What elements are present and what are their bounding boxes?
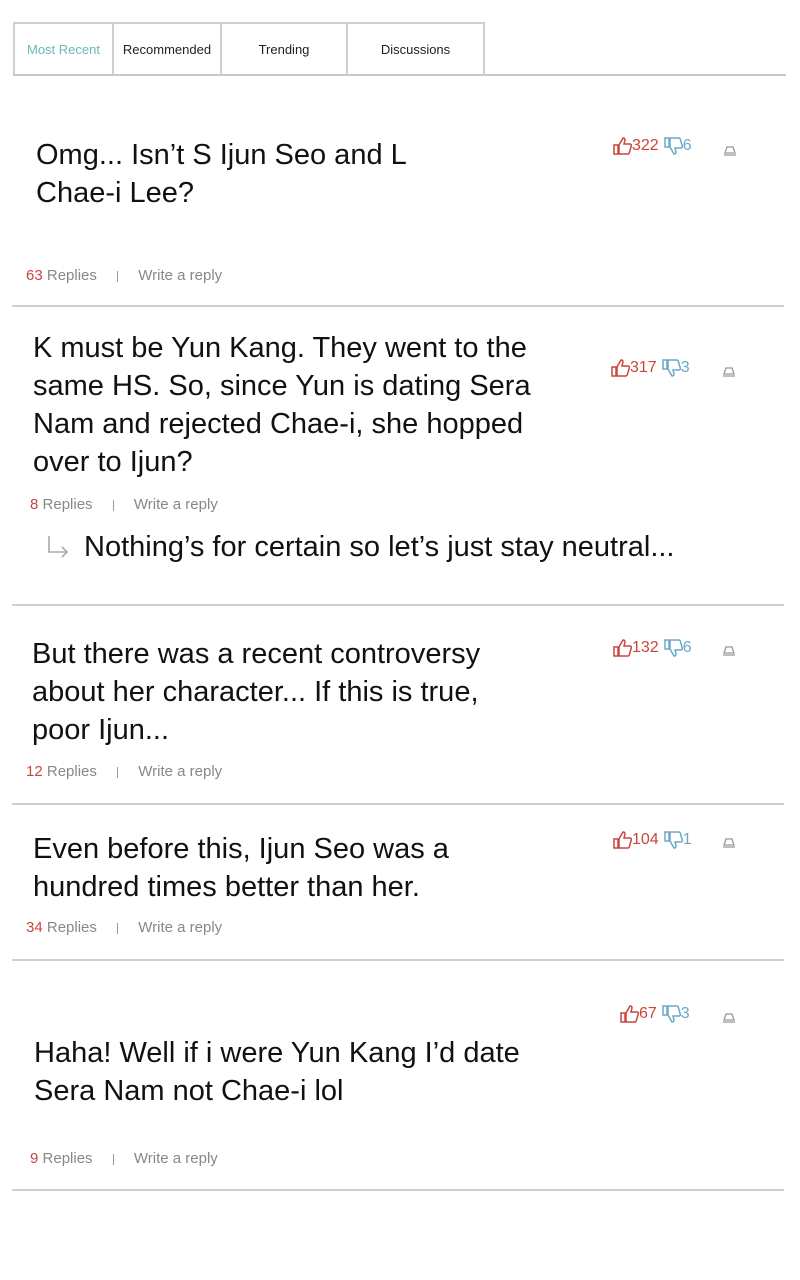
upvote-button[interactable]: 67	[619, 1005, 657, 1023]
downvote-button[interactable]: 1	[663, 831, 692, 849]
vote-bar: 322 6	[612, 137, 692, 155]
comment-tabs: Most Recent Recommended Trending Discuss…	[13, 22, 786, 76]
comment-text: Haha! Well if i were Yun Kang I’d date S…	[34, 1034, 520, 1110]
comment-line: poor Ijun...	[32, 714, 170, 746]
meta-separator	[112, 499, 114, 511]
thumbs-down-icon	[663, 639, 683, 657]
comment-line: hundred times better than her.	[33, 871, 420, 903]
comment-divider	[12, 305, 784, 307]
comment-line: Haha! Well if i were Yun Kang I’d date	[34, 1037, 520, 1069]
report-icon[interactable]	[722, 645, 736, 657]
comment-line: Chae-i Lee?	[36, 177, 194, 209]
comment-meta: 63 Replies Write a reply	[26, 267, 222, 284]
thumbs-up-icon	[620, 1005, 639, 1023]
comment-meta: 9 Replies Write a reply	[30, 1150, 218, 1167]
reply-count: 63	[26, 267, 43, 284]
comment-line: Sera Nam not Chae-i lol	[34, 1075, 344, 1107]
comment-divider	[12, 803, 784, 805]
like-count: 67	[639, 1005, 657, 1022]
write-reply-link[interactable]: Write a reply	[134, 496, 218, 513]
dislike-count: 1	[682, 831, 692, 848]
downvote-button[interactable]: 6	[663, 137, 692, 155]
like-count: 322	[632, 137, 659, 154]
upvote-button[interactable]: 317	[610, 359, 657, 377]
report-icon[interactable]	[722, 366, 736, 378]
reply-count: 12	[26, 763, 43, 780]
thumbs-up-icon	[613, 831, 632, 849]
meta-separator	[117, 766, 119, 778]
comment-text: Omg... Isn’t S Ijun Seo and L Chae-i Lee…	[36, 136, 407, 212]
thumbs-down-icon	[662, 1005, 681, 1023]
report-icon[interactable]	[723, 145, 737, 157]
comment-line: about her character... If this is true,	[32, 676, 479, 708]
dislike-count: 6	[682, 639, 692, 656]
comment-line: Even before this, Ijun Seo was a	[33, 833, 449, 865]
downvote-button[interactable]: 3	[661, 359, 690, 377]
upvote-button[interactable]: 104	[612, 831, 659, 849]
comment-line: same HS. So, since Yun is dating Sera	[33, 370, 531, 402]
reply-count: 9	[30, 1150, 39, 1167]
replies-label[interactable]: Replies	[47, 763, 97, 780]
reply-count: 34	[26, 919, 43, 936]
comment-line: K must be Yun Kang. They went to the	[33, 332, 527, 364]
comment-meta: 34 Replies Write a reply	[26, 919, 222, 936]
write-reply-link[interactable]: Write a reply	[138, 763, 222, 780]
thumbs-down-icon	[663, 137, 683, 155]
thumbs-down-icon	[661, 359, 681, 377]
vote-bar: 104 1	[612, 831, 692, 849]
reply-count: 8	[30, 496, 39, 513]
thumbs-up-icon	[613, 137, 632, 155]
comment-line: Omg... Isn’t S Ijun Seo and L	[36, 139, 407, 171]
top-reply-text[interactable]: Nothing’s for certain so let’s just stay…	[84, 531, 675, 564]
comment-divider	[12, 959, 784, 961]
comment-meta: 12 Replies Write a reply	[26, 763, 222, 780]
comment-line: over to Ijun?	[33, 446, 193, 478]
thumbs-up-icon	[613, 639, 632, 657]
comment-divider	[12, 1189, 784, 1191]
thumbs-up-icon	[611, 359, 630, 377]
replies-label[interactable]: Replies	[43, 1150, 93, 1167]
reply-arrow-icon	[48, 536, 69, 558]
meta-separator	[112, 1153, 114, 1165]
thumbs-down-icon	[663, 831, 683, 849]
meta-separator	[117, 922, 119, 934]
like-count: 104	[632, 831, 659, 848]
dislike-count: 6	[682, 137, 692, 154]
downvote-button[interactable]: 6	[663, 639, 692, 657]
vote-bar: 317 3	[610, 359, 690, 377]
replies-label[interactable]: Replies	[43, 496, 93, 513]
dislike-count: 3	[680, 1005, 690, 1022]
report-icon[interactable]	[722, 837, 736, 849]
like-count: 132	[632, 639, 659, 656]
comment-line: But there was a recent controversy	[32, 638, 481, 670]
downvote-button[interactable]: 3	[661, 1005, 690, 1023]
replies-label[interactable]: Replies	[47, 919, 97, 936]
tabs-underline	[13, 74, 786, 76]
comment-divider	[12, 604, 784, 606]
meta-separator	[117, 270, 119, 282]
report-icon[interactable]	[722, 1012, 736, 1024]
comment-meta: 8 Replies Write a reply	[30, 496, 218, 513]
write-reply-link[interactable]: Write a reply	[134, 1150, 218, 1167]
tab-most-recent[interactable]: Most Recent	[13, 22, 114, 74]
replies-label[interactable]: Replies	[47, 267, 97, 284]
comment-text: But there was a recent controversy about…	[32, 635, 480, 749]
tab-discussions[interactable]: Discussions	[346, 22, 485, 74]
comment-line: Nam and rejected Chae-i, she hopped	[33, 408, 524, 440]
comment-text: K must be Yun Kang. They went to the sam…	[33, 329, 531, 481]
upvote-button[interactable]: 132	[612, 639, 659, 657]
write-reply-link[interactable]: Write a reply	[138, 267, 222, 284]
comment-text: Even before this, Ijun Seo was a hundred…	[33, 830, 449, 906]
vote-bar: 67 3	[619, 1005, 690, 1023]
dislike-count: 3	[680, 359, 690, 376]
upvote-button[interactable]: 322	[612, 137, 659, 155]
vote-bar: 132 6	[612, 639, 692, 657]
like-count: 317	[630, 359, 657, 376]
tab-recommended[interactable]: Recommended	[112, 22, 222, 74]
tab-trending[interactable]: Trending	[220, 22, 348, 74]
write-reply-link[interactable]: Write a reply	[138, 919, 222, 936]
